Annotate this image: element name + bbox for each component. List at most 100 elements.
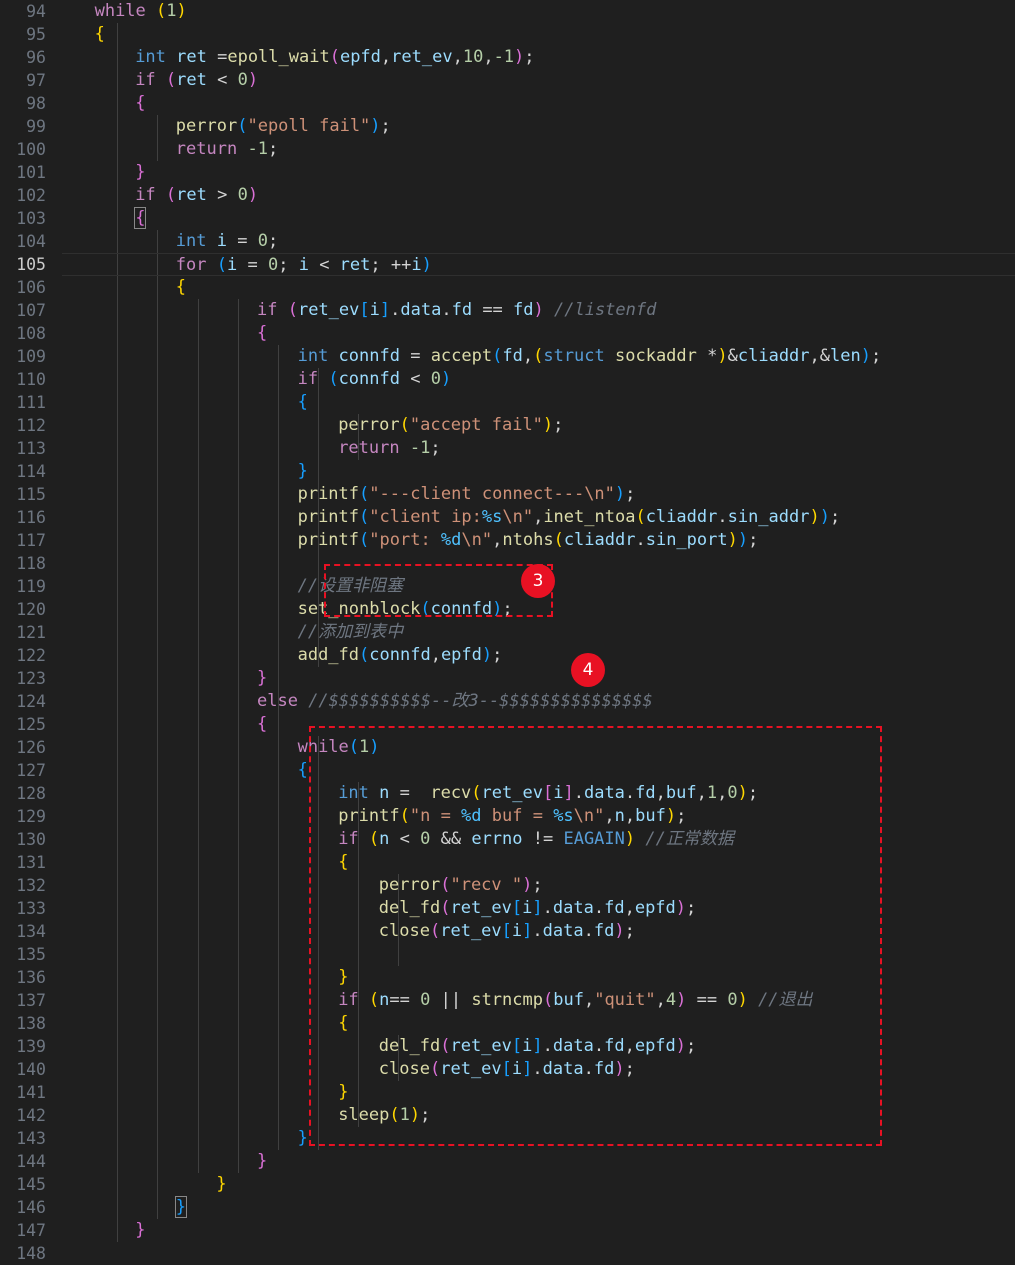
line-number: 115 [16, 485, 46, 504]
code-token: ; [492, 645, 503, 665]
code-token: . [717, 507, 728, 527]
code-token: //listenfd [543, 300, 657, 320]
annotation-badge-4: 4 [571, 653, 605, 687]
code-line[interactable]: while (1) [62, 0, 1015, 23]
code-token: //添加到表中 [297, 622, 404, 642]
code-token: "client ip: [369, 507, 482, 527]
code-line[interactable]: { [62, 276, 1015, 299]
code-token: -1 [247, 139, 268, 159]
code-token: ret [176, 185, 218, 205]
code-token: cliaddr [563, 530, 636, 550]
line-number: 98 [26, 94, 46, 113]
code-token: & [727, 346, 738, 366]
code-token: fd [502, 346, 523, 366]
code-token: 1 [166, 1, 177, 21]
code-line[interactable]: printf("---client connect---\n"); [62, 483, 1015, 506]
line-number: 105 [16, 255, 46, 274]
code-line[interactable]: for (i = 0; i < ret; ++i) [62, 253, 1015, 276]
code-token: > [217, 185, 238, 205]
annotation-box-3 [324, 564, 553, 617]
code-line[interactable]: else //$$$$$$$$$$--改3--$$$$$$$$$$$$$$$ [62, 690, 1015, 713]
code-token: ( [329, 47, 340, 67]
code-line[interactable]: { [62, 391, 1015, 414]
code-token: , [380, 47, 392, 67]
code-token: ret_ev [391, 47, 453, 67]
code-token: perror [175, 116, 238, 136]
code-token: 0 [237, 185, 248, 205]
code-line[interactable]: return -1; [62, 437, 1015, 460]
code-line[interactable]: //添加到表中 [62, 621, 1015, 644]
code-line[interactable] [62, 1242, 1015, 1265]
code-line[interactable]: printf("client ip:%s\n",inet_ntoa(cliadd… [62, 506, 1015, 529]
line-number: 118 [16, 554, 46, 573]
line-number: 148 [16, 1244, 46, 1263]
code-token: -1 [409, 438, 431, 458]
code-line[interactable]: } [62, 460, 1015, 483]
code-token: ( [359, 645, 370, 665]
code-line[interactable]: } [62, 1150, 1015, 1173]
code-token: epoll_wait [227, 47, 330, 67]
code-token: ) [727, 530, 738, 550]
code-line[interactable]: { [62, 92, 1015, 115]
code-line[interactable]: } [62, 161, 1015, 184]
code-line[interactable]: if (connfd < 0) [62, 368, 1015, 391]
line-number: 104 [16, 232, 46, 251]
code-token: cliaddr [645, 507, 718, 527]
line-number: 121 [16, 623, 46, 642]
code-token: . [390, 300, 401, 320]
code-line[interactable]: perror("epoll fail"); [62, 115, 1015, 138]
code-token: ; [553, 415, 564, 435]
code-line[interactable]: int connfd = accept(fd,(struct sockaddr … [62, 345, 1015, 368]
code-line[interactable]: if (ret < 0) [62, 69, 1015, 92]
code-token: len [830, 346, 861, 366]
code-line[interactable]: add_fd(connfd,epfd); [62, 644, 1015, 667]
code-token: "accept fail" [409, 415, 543, 435]
code-token: { [297, 392, 308, 412]
line-number: 132 [16, 876, 46, 895]
code-token: ) [176, 1, 187, 21]
code-line[interactable]: return -1; [62, 138, 1015, 161]
code-token: ret_ev [297, 300, 360, 320]
code-line[interactable]: if (ret_ev[i].data.fd == fd) //listenfd [62, 299, 1015, 322]
code-line[interactable]: } [62, 667, 1015, 690]
code-token: { [257, 323, 268, 343]
code-line[interactable]: int i = 0; [62, 230, 1015, 253]
code-editor[interactable]: 94 95 96 97 98 99 100 101 102 103 104 105 106 107 108 1… [0, 0, 1015, 1263]
line-number: 110 [16, 370, 46, 389]
code-token: { [135, 93, 146, 113]
code-token: ) [440, 369, 452, 389]
code-line[interactable]: } [62, 1196, 1015, 1219]
code-token: sockaddr [615, 346, 708, 366]
code-token: while [94, 1, 157, 21]
code-token: { [175, 277, 187, 297]
code-line[interactable]: { [62, 207, 1015, 230]
line-number: 139 [16, 1037, 46, 1056]
code-token: ret [176, 47, 218, 67]
code-line[interactable]: } [62, 1173, 1015, 1196]
code-line[interactable]: } [62, 1219, 1015, 1242]
code-token: "epoll fail" [247, 116, 371, 136]
line-number: 114 [16, 462, 46, 481]
code-line[interactable]: printf("port: %d\n",ntohs(cliaddr.sin_po… [62, 529, 1015, 552]
code-token: ) [514, 47, 525, 67]
code-token: = [410, 346, 431, 366]
code-line[interactable]: if (ret > 0) [62, 184, 1015, 207]
line-number: 142 [16, 1106, 46, 1125]
code-token: ) [737, 530, 749, 550]
code-line[interactable]: perror("accept fail"); [62, 414, 1015, 437]
code-token: 0 [430, 369, 441, 389]
code-token: < [217, 70, 238, 90]
code-token: ( [287, 300, 298, 320]
line-number: 137 [16, 991, 46, 1010]
code-token: ; [267, 231, 279, 251]
code-token: ,& [809, 346, 831, 366]
annotation-badge-3: 3 [521, 564, 555, 598]
code-token: ) [370, 116, 381, 136]
code-line[interactable]: { [62, 322, 1015, 345]
code-token: } [216, 1174, 227, 1194]
code-token: data [400, 300, 442, 320]
code-line[interactable]: { [62, 23, 1015, 46]
code-line[interactable]: int ret =epoll_wait(epfd,ret_ev,10,-1); [62, 46, 1015, 69]
code-token: ( [533, 346, 544, 366]
code-token: return [175, 139, 248, 159]
